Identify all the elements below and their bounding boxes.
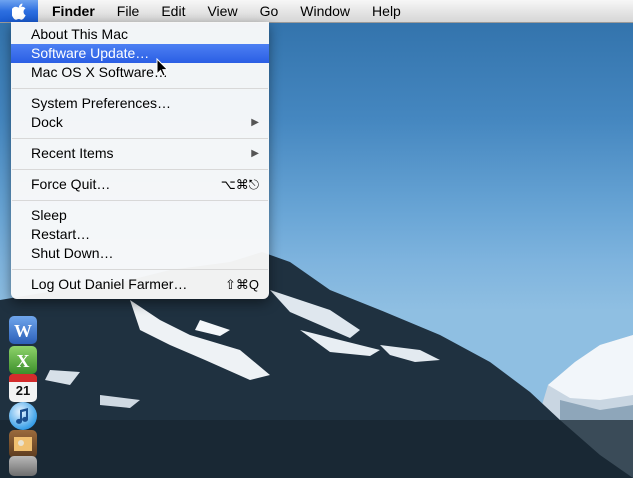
menu-window[interactable]: Window <box>289 0 361 22</box>
iphoto-icon[interactable] <box>9 430 37 458</box>
menu-item-label: Log Out Daniel Farmer… <box>31 276 188 292</box>
menu-view[interactable]: View <box>196 0 248 22</box>
menu-item-sleep[interactable]: Sleep <box>11 206 269 225</box>
menu-item-dock[interactable]: Dock ▶ <box>11 113 269 132</box>
menu-item-restart[interactable]: Restart… <box>11 225 269 244</box>
svg-text:W: W <box>14 321 32 341</box>
menu-item-log-out[interactable]: Log Out Daniel Farmer… ⇧⌘Q <box>11 275 269 294</box>
itunes-icon[interactable] <box>9 402 37 430</box>
menu-bar: Finder File Edit View Go Window Help <box>0 0 633 23</box>
menu-item-recent-items[interactable]: Recent Items ▶ <box>11 144 269 163</box>
menu-separator <box>12 200 268 201</box>
menu-item-label: Force Quit… <box>31 176 111 192</box>
excel-icon[interactable]: X <box>9 346 37 374</box>
menu-separator <box>12 169 268 170</box>
app-icon[interactable] <box>9 456 37 476</box>
menu-item-label: Dock <box>31 114 63 130</box>
menu-item-shut-down[interactable]: Shut Down… <box>11 244 269 263</box>
menu-item-label: About This Mac <box>31 26 129 42</box>
menu-item-mac-os-x-software[interactable]: Mac OS X Software… <box>11 63 269 82</box>
menu-file[interactable]: File <box>106 0 151 22</box>
menu-finder[interactable]: Finder <box>38 0 106 22</box>
menu-item-software-update[interactable]: Software Update… <box>11 44 269 63</box>
menu-item-force-quit[interactable]: Force Quit… ⌥⌘⎋ <box>11 175 269 194</box>
menu-item-label: Software Update… <box>31 45 150 61</box>
menu-item-label: Shut Down… <box>31 245 114 261</box>
svg-text:X: X <box>17 351 30 371</box>
menu-item-label: Recent Items <box>31 145 114 161</box>
menu-separator <box>12 88 268 89</box>
menu-edit[interactable]: Edit <box>150 0 196 22</box>
menu-help[interactable]: Help <box>361 0 412 22</box>
submenu-arrow-icon: ▶ <box>251 148 259 159</box>
dock: W X 21 <box>6 298 40 478</box>
apple-dropdown-menu: About This Mac Software Update… Mac OS X… <box>11 22 269 299</box>
apple-icon <box>11 3 26 20</box>
menu-item-system-preferences[interactable]: System Preferences… <box>11 94 269 113</box>
menu-go[interactable]: Go <box>249 0 290 22</box>
menu-item-label: Sleep <box>31 207 67 223</box>
word-icon[interactable]: W <box>9 316 37 344</box>
menu-item-label: System Preferences… <box>31 95 172 111</box>
keyboard-shortcut: ⇧⌘Q <box>224 277 259 292</box>
mouse-pointer-icon <box>156 58 169 77</box>
ical-date: 21 <box>15 383 31 398</box>
menu-item-about-this-mac[interactable]: About This Mac <box>11 25 269 44</box>
menu-separator <box>12 269 268 270</box>
menu-separator <box>12 138 268 139</box>
ical-icon[interactable]: 21 <box>9 374 37 402</box>
menu-item-label: Mac OS X Software… <box>31 64 168 80</box>
keyboard-shortcut: ⌥⌘⎋ <box>220 177 259 192</box>
apple-menu-button[interactable] <box>0 0 38 22</box>
menu-item-label: Restart… <box>31 226 91 242</box>
submenu-arrow-icon: ▶ <box>251 117 259 128</box>
